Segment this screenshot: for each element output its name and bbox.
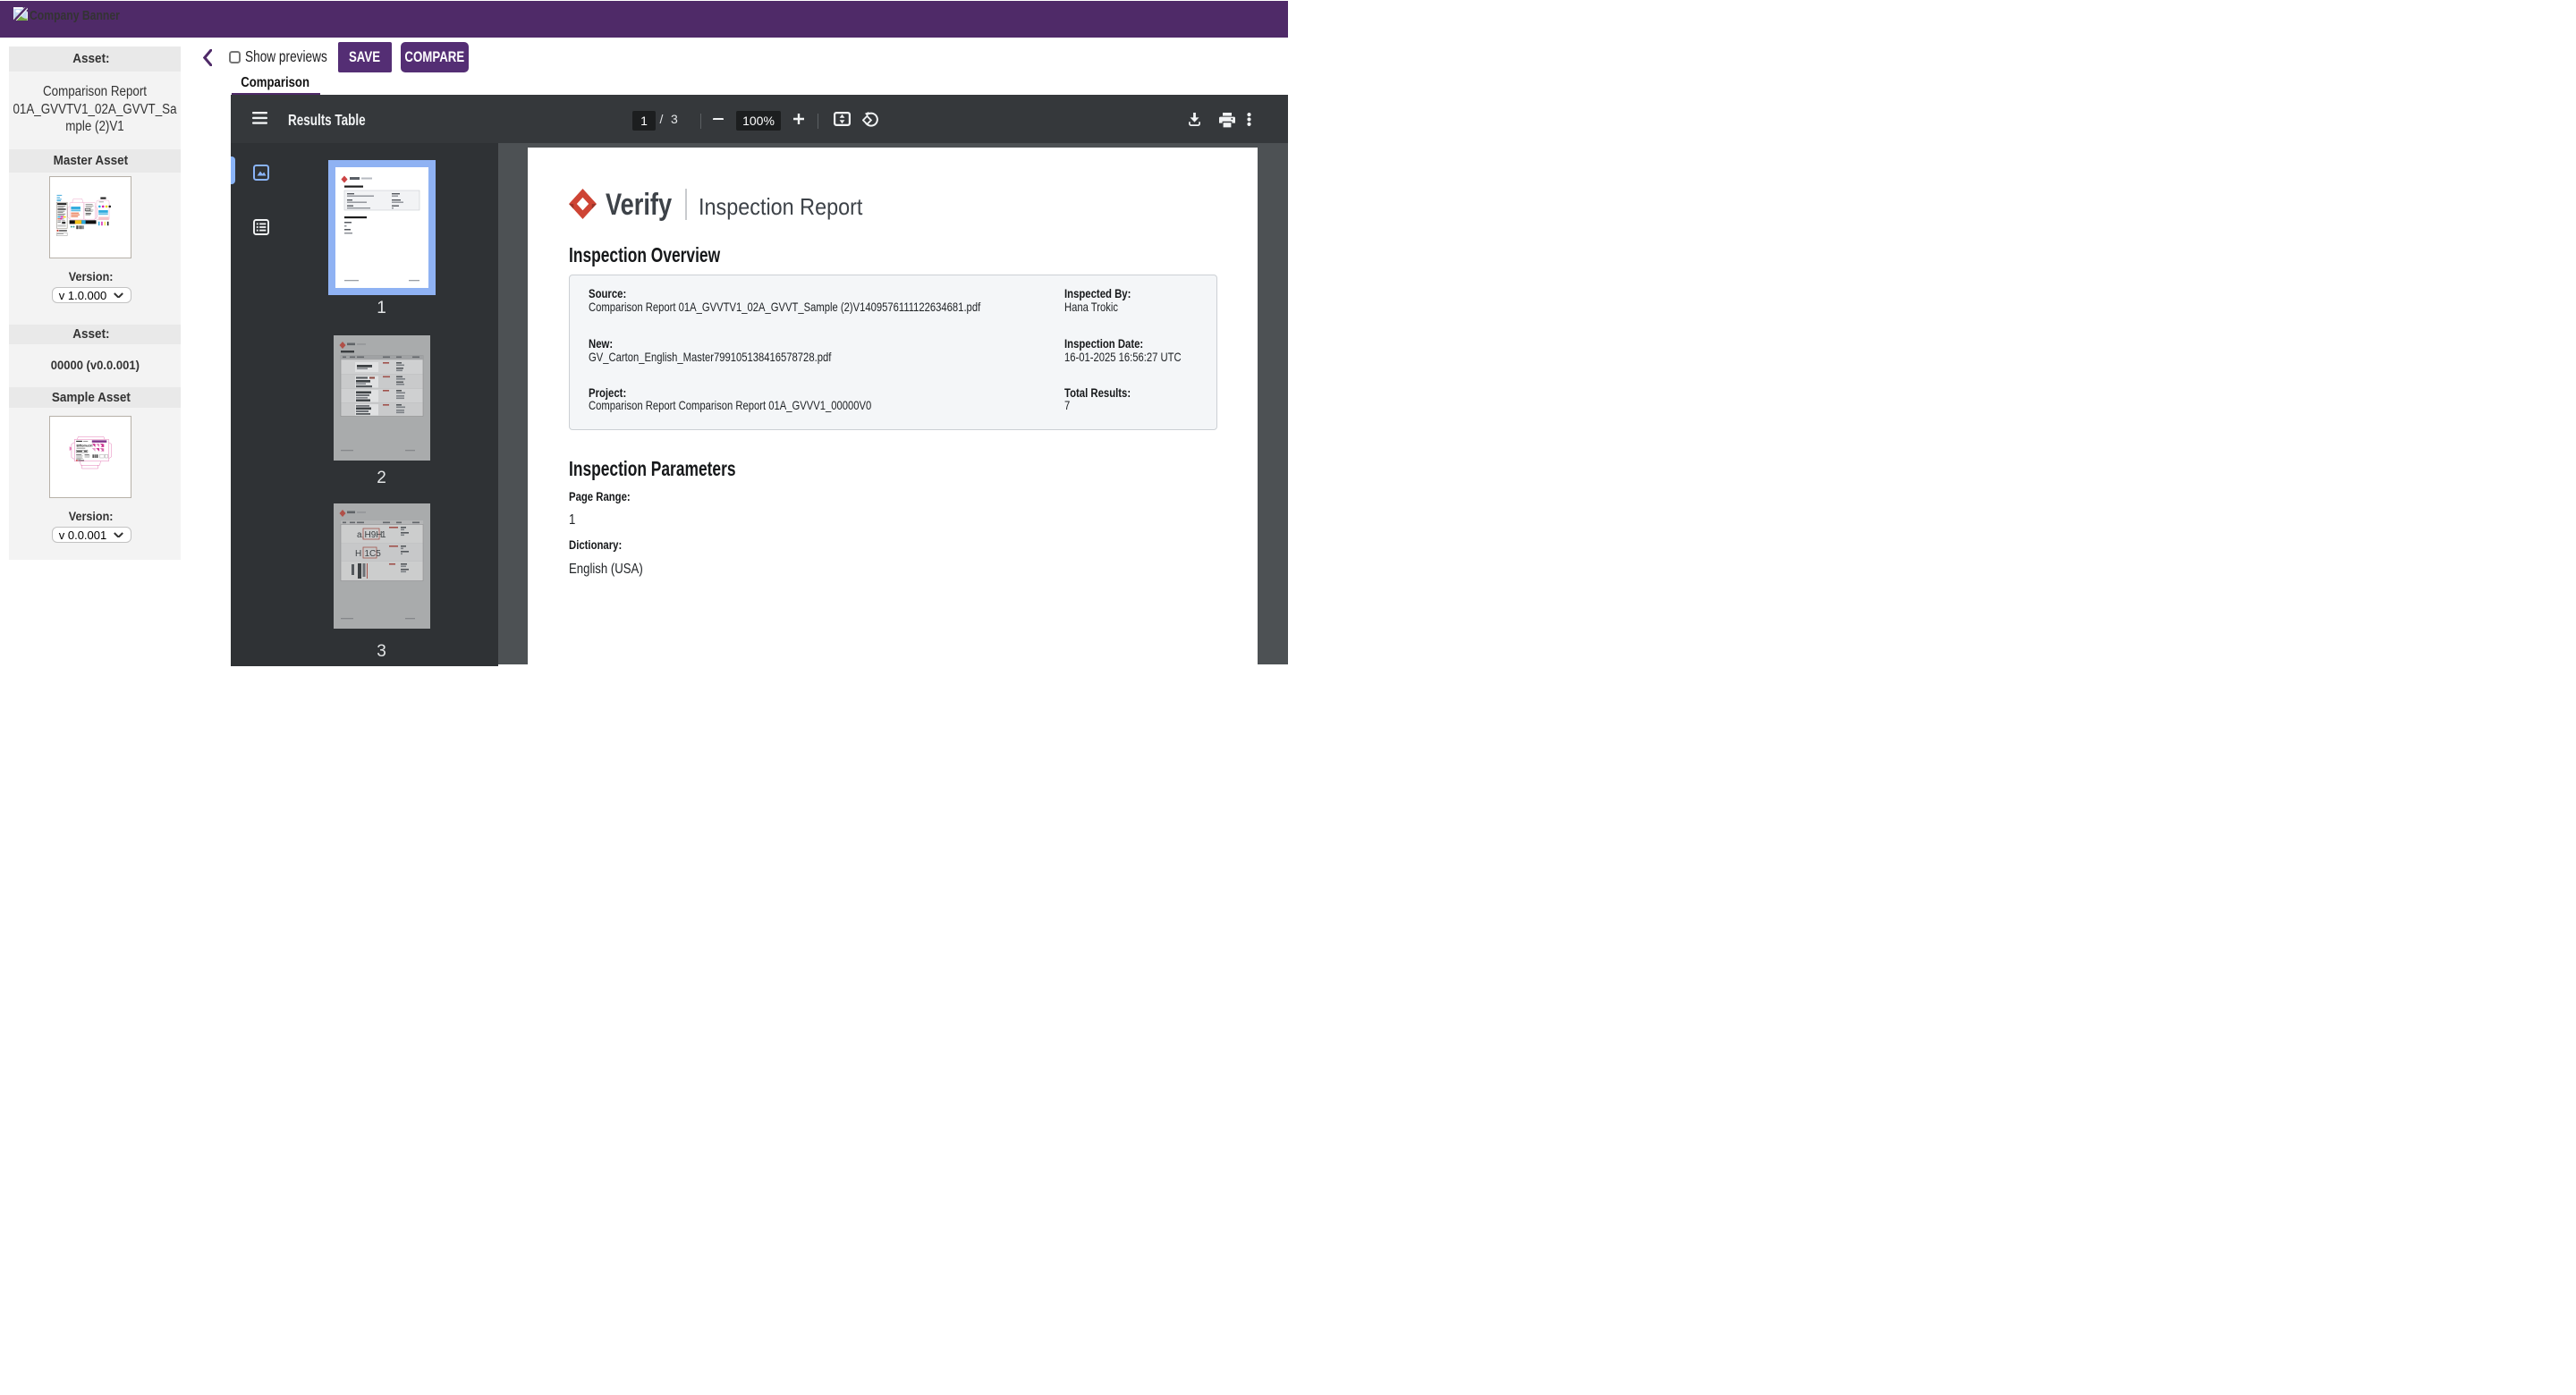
svg-text:1: 1 xyxy=(381,530,386,540)
svg-text:H9H: H9H xyxy=(364,530,382,540)
svg-text:Biftomucin: Biftomucin xyxy=(77,444,93,448)
svg-text:1C5: 1C5 xyxy=(364,549,381,559)
svg-text:H: H xyxy=(355,549,361,559)
